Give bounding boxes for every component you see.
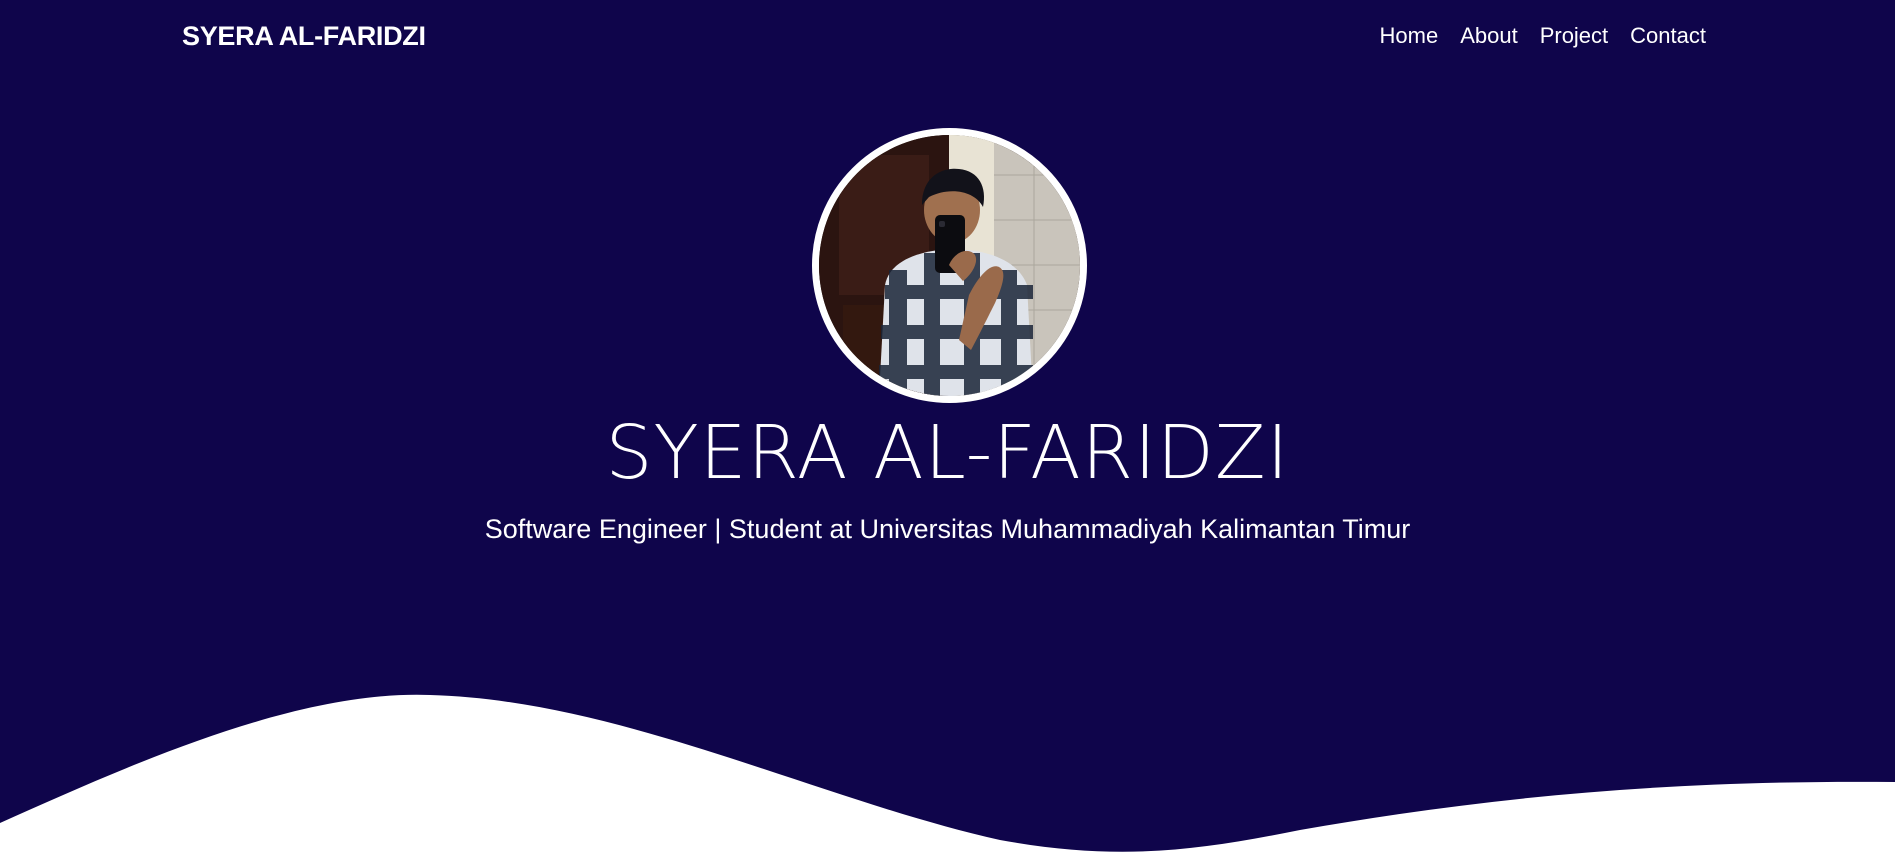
nav-link-about[interactable]: About xyxy=(1460,23,1518,48)
hero-section: SYERA AL-FARIDZI Home About Project Cont… xyxy=(0,0,1895,862)
nav-link-contact[interactable]: Contact xyxy=(1630,23,1706,48)
profile-photo xyxy=(812,128,1087,403)
nav-menu: Home About Project Contact xyxy=(1380,22,1707,50)
brand-logo[interactable]: SYERA AL-FARIDZI xyxy=(182,20,426,52)
nav-link-project[interactable]: Project xyxy=(1540,23,1608,48)
hero-subtitle: Software Engineer | Student at Universit… xyxy=(484,514,1411,544)
nav-item-home: Home xyxy=(1380,22,1439,50)
nav-item-contact: Contact xyxy=(1630,22,1706,50)
profile-portrait-image xyxy=(819,135,1080,396)
nav-link-home[interactable]: Home xyxy=(1380,23,1439,48)
hero-title: SYERA AL-FARIDZI xyxy=(605,410,1290,496)
navbar: SYERA AL-FARIDZI Home About Project Cont… xyxy=(0,0,1895,72)
nav-item-about: About xyxy=(1460,22,1518,50)
nav-item-project: Project xyxy=(1540,22,1608,50)
